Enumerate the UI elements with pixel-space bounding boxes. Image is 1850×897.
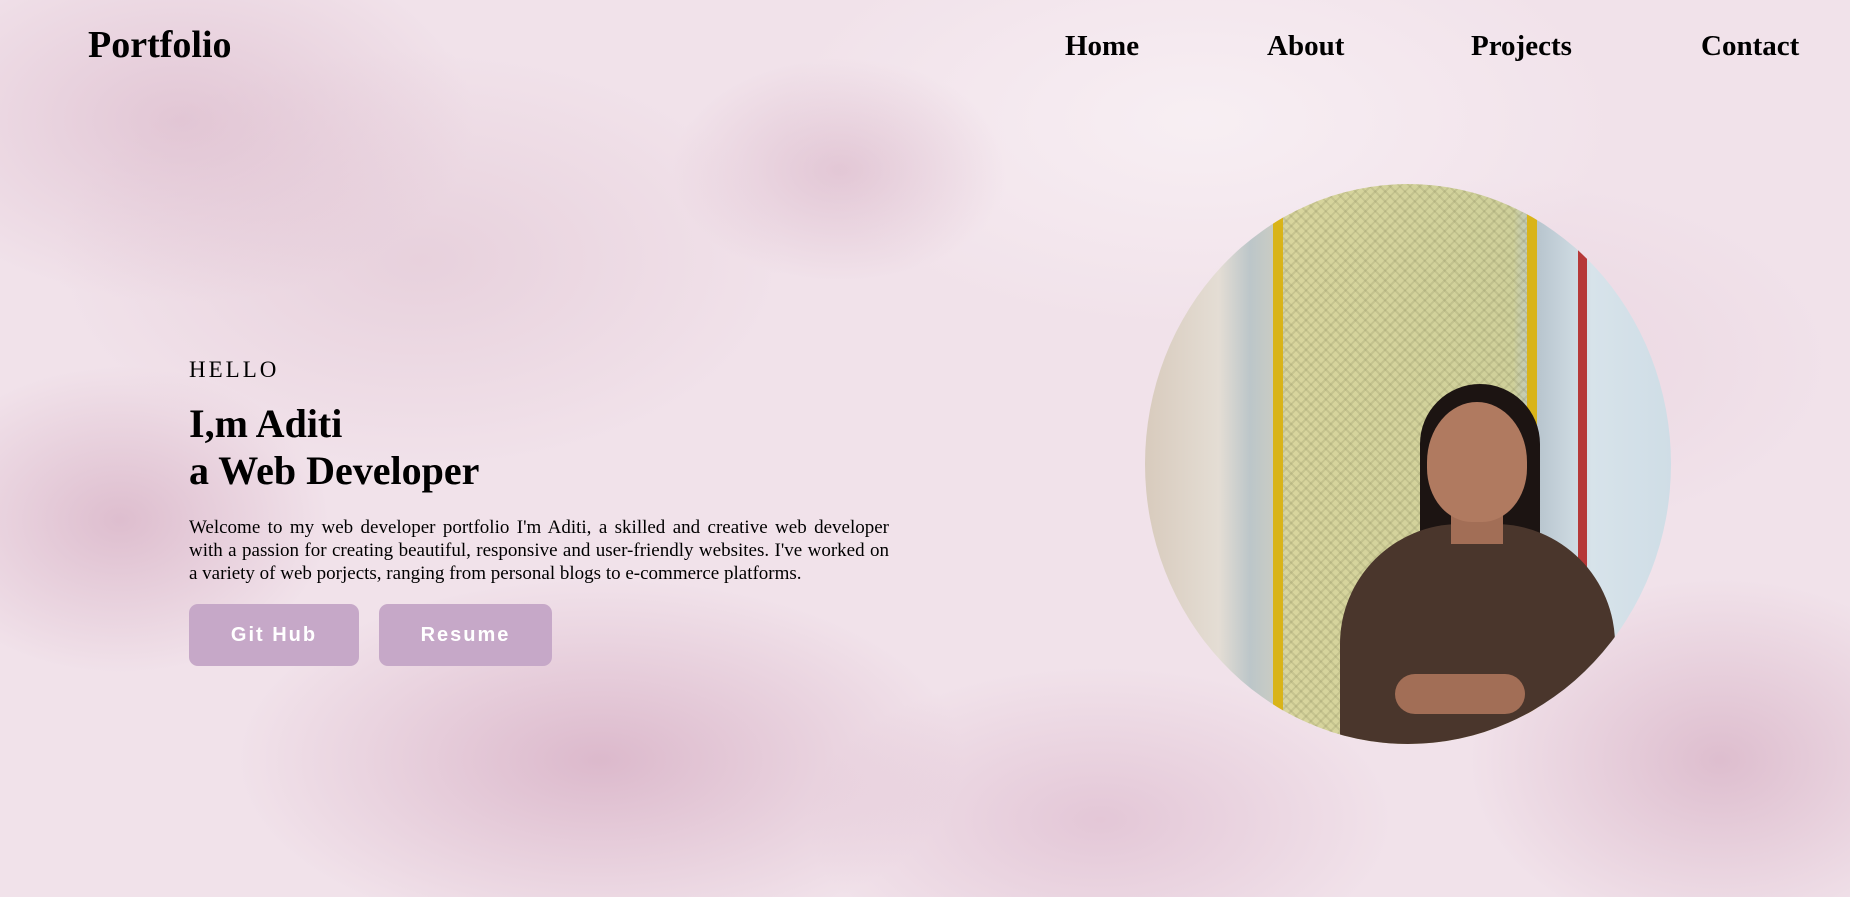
nav-contact-link[interactable]: Contact	[1701, 28, 1799, 64]
hero-intro: Welcome to my web developer portfolio I'…	[189, 517, 889, 584]
top-navigation: Portfolio Home About Projects Contact	[0, 0, 1850, 92]
resume-button[interactable]: Resume	[379, 604, 552, 666]
hero-title: I,m Aditi a Web Developer	[189, 400, 889, 494]
nav-links: Home About Projects Contact	[0, 28, 1850, 68]
nav-about-link[interactable]: About	[1267, 28, 1344, 64]
photo-person-face	[1427, 402, 1527, 522]
github-button[interactable]: Git Hub	[189, 604, 359, 666]
hero-buttons: Git Hub Resume	[189, 604, 889, 666]
profile-photo	[1145, 184, 1671, 744]
hero-greeting: HELLO	[189, 357, 280, 382]
nav-projects-link[interactable]: Projects	[1471, 28, 1572, 64]
photo-person-hands	[1395, 674, 1525, 714]
photo-yellow-frame-left	[1273, 184, 1283, 744]
hero-title-line1: I,m Aditi	[189, 401, 343, 446]
hero-title-line2: a Web Developer	[189, 448, 480, 493]
portfolio-page: Portfolio Home About Projects Contact HE…	[0, 0, 1850, 897]
nav-home-link[interactable]: Home	[1065, 28, 1139, 64]
hero-section: HELLO I,m Aditi a Web Developer Welcome …	[189, 356, 889, 666]
